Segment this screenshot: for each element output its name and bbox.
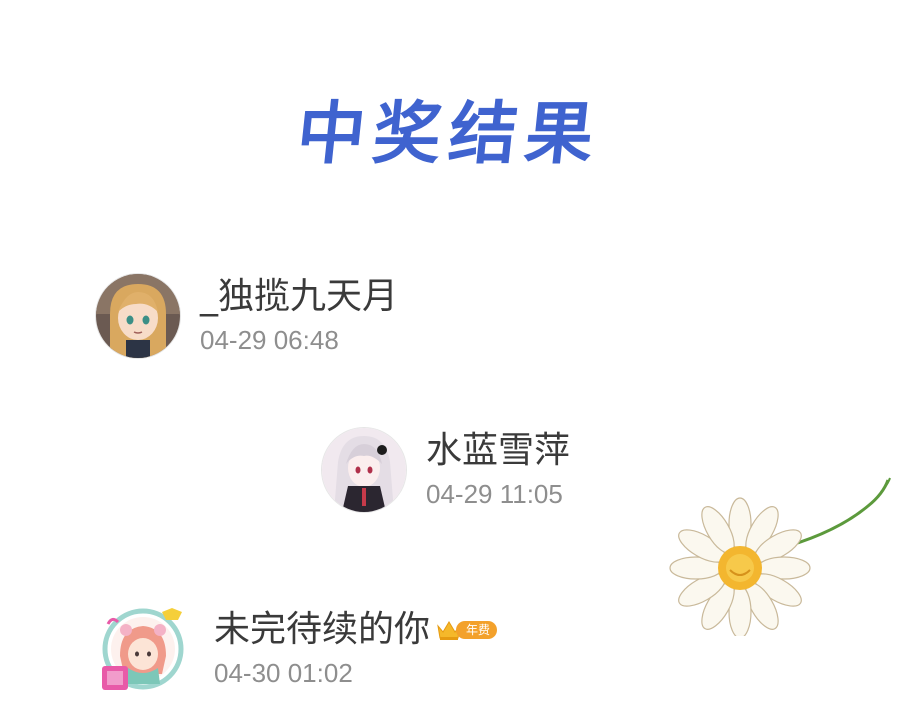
avatar[interactable] <box>98 604 188 694</box>
avatar[interactable] <box>322 428 406 512</box>
winner-entry-3: 未完待续的你 年费 04-30 01:02 <box>98 604 498 694</box>
winner-time: 04-29 06:48 <box>200 325 339 355</box>
winner-name: 水蓝雪萍 <box>426 430 571 471</box>
vip-badge-label: 年费 <box>456 621 498 639</box>
winner-name: 未完待续的你 <box>214 609 431 650</box>
page-title: 中奖结果 <box>293 94 606 174</box>
winner-time: 04-29 11:05 <box>426 479 563 509</box>
winner-name: _独揽九天月 <box>200 276 399 317</box>
daisy-flower-icon <box>668 476 898 640</box>
winner-entry-1: _独揽九天月 04-29 06:48 <box>96 274 398 358</box>
winner-name-row: 未完待续的你 年费 <box>214 608 498 652</box>
vip-badge: 年费 <box>436 617 498 643</box>
winner-entry-2: 水蓝雪萍 04-29 11:05 <box>322 428 570 512</box>
avatar[interactable] <box>96 274 180 358</box>
winner-time: 04-30 01:02 <box>214 658 353 688</box>
